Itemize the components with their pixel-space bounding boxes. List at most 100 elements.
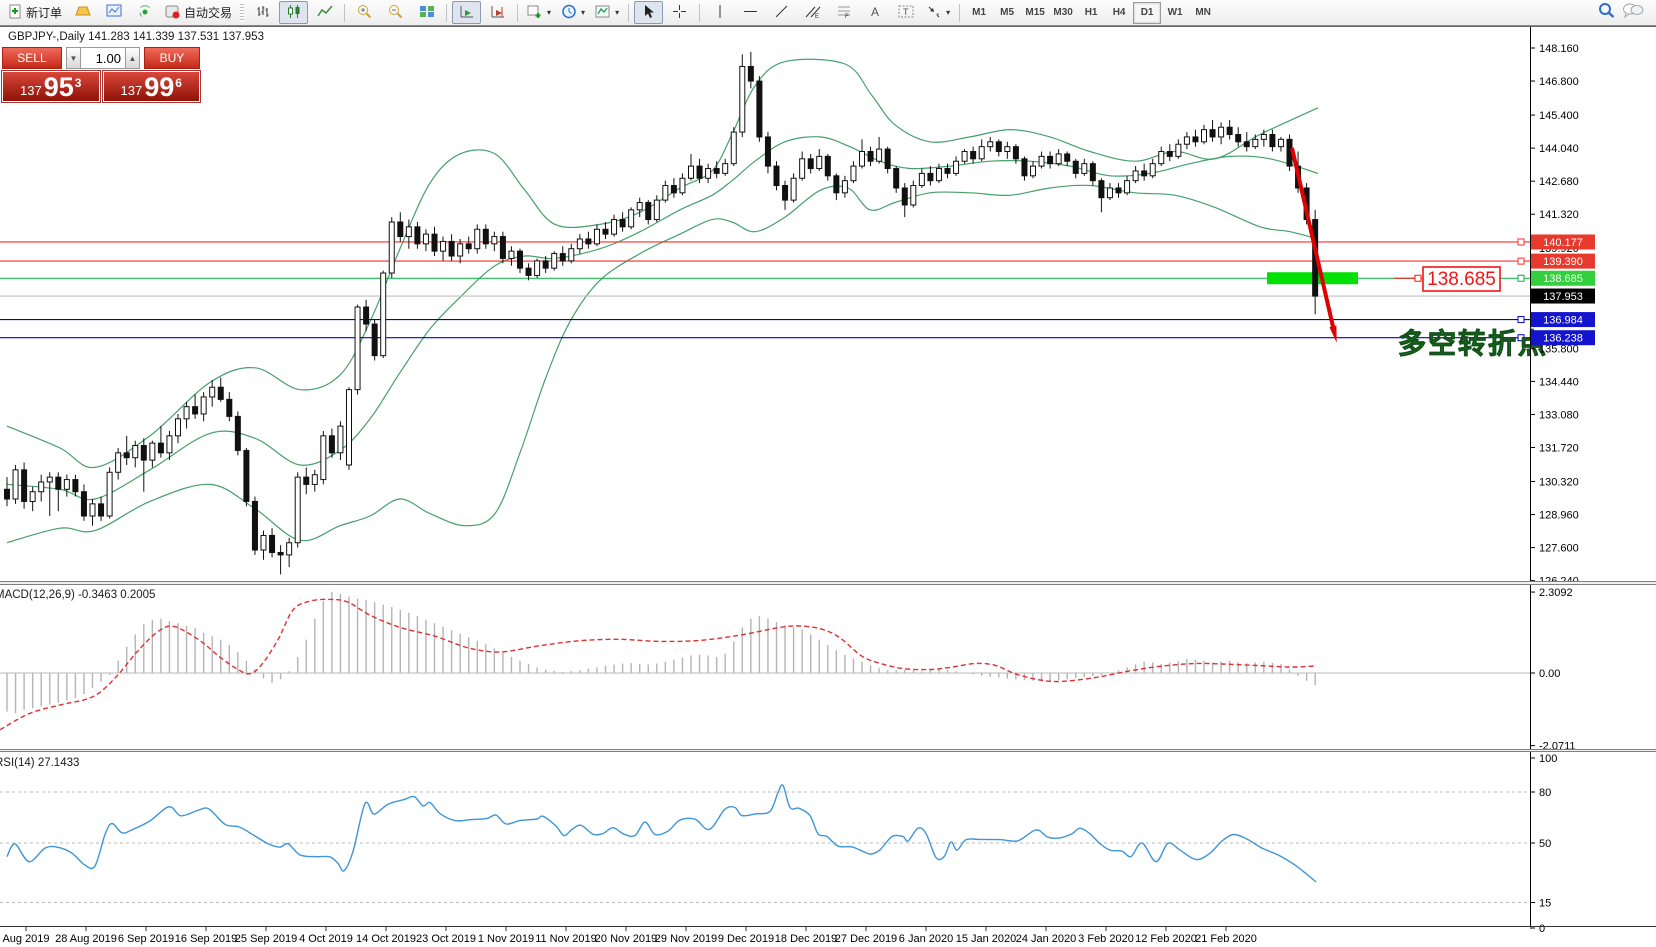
chart-window-icon	[106, 4, 122, 21]
chart-shift-icon	[490, 4, 506, 22]
zoom-out-button[interactable]	[381, 1, 410, 24]
svg-text:12 Feb 2020: 12 Feb 2020	[1135, 933, 1197, 945]
cursor-button[interactable]	[634, 1, 663, 24]
autotrading-icon	[165, 4, 181, 22]
timeframe-W1[interactable]: W1	[1161, 2, 1189, 24]
ask-sup: 6	[175, 76, 182, 90]
timeframe-M30[interactable]: M30	[1049, 2, 1077, 24]
svg-text:16 Sep 2019: 16 Sep 2019	[175, 933, 237, 945]
new-order-button[interactable]: 新订单	[4, 1, 66, 24]
svg-text:14 Oct 2019: 14 Oct 2019	[356, 933, 416, 945]
mt4-window: { "toolbar": { "new_order_label": "新订单",…	[0, 0, 1656, 947]
horizontal-line-button[interactable]	[736, 1, 765, 24]
svg-text:139.390: 139.390	[1543, 256, 1583, 268]
buy-button[interactable]: BUY	[144, 47, 200, 69]
timeframe-H4[interactable]: H4	[1105, 2, 1133, 24]
chart-window-button[interactable]	[99, 1, 128, 24]
trendline-button[interactable]	[767, 1, 796, 24]
crosshair-button[interactable]	[665, 1, 694, 24]
svg-text:146.800: 146.800	[1539, 76, 1579, 88]
svg-text:28 Aug 2019: 28 Aug 2019	[55, 933, 117, 945]
search-icon[interactable]	[1598, 2, 1616, 24]
svg-text:11 Nov 2019: 11 Nov 2019	[535, 933, 597, 945]
text-label-button[interactable]: T	[891, 1, 920, 24]
autotrading-button[interactable]: 自动交易	[161, 1, 236, 24]
timeframe-D1[interactable]: D1	[1133, 2, 1161, 24]
tile-windows-button[interactable]	[412, 1, 441, 24]
gold-icon	[75, 4, 91, 21]
price-callout-text: 138.685	[1427, 269, 1496, 290]
svg-text:138.685: 138.685	[1543, 273, 1583, 285]
indicators-button[interactable]: ▾	[591, 1, 623, 24]
macd-title: MACD(12,26,9) -0.3463 0.2005	[0, 589, 155, 601]
svg-text:148.160: 148.160	[1539, 43, 1579, 55]
chat-icon[interactable]	[1622, 2, 1644, 24]
svg-text:E: E	[815, 14, 819, 19]
fibonacci-icon: F	[836, 4, 852, 22]
main-toolbar: 新订单 自动交易	[0, 0, 1656, 26]
svg-text:0: 0	[1539, 923, 1545, 935]
svg-text:144.040: 144.040	[1539, 143, 1579, 155]
arrows-button[interactable]: ▾	[922, 1, 954, 24]
volume-down-button[interactable]: ▼	[66, 47, 81, 69]
line-chart-icon	[317, 4, 333, 22]
svg-text:18 Dec 2019: 18 Dec 2019	[775, 933, 837, 945]
vertical-line-button[interactable]	[705, 1, 734, 24]
svg-text:128.960: 128.960	[1539, 510, 1579, 522]
channel-button[interactable]: E	[798, 1, 827, 24]
profiles-icon	[561, 4, 577, 22]
new-order-icon	[8, 4, 23, 22]
signal-button[interactable]	[130, 1, 159, 24]
chart-title: GBPJPY-,Daily 141.283 141.339 137.531 13…	[8, 31, 264, 43]
chart-area[interactable]: 138.685多空转折点GBPJPY-,Daily 141.283 141.33…	[0, 0, 1656, 947]
svg-text:Aug 2019: Aug 2019	[2, 933, 49, 945]
bid-price-display[interactable]: 137 95 3	[2, 71, 100, 102]
svg-text:15 Jan 2020: 15 Jan 2020	[956, 933, 1017, 945]
profiles-button[interactable]: ▾	[557, 1, 589, 24]
volume-up-button[interactable]: ▲	[125, 47, 140, 69]
auto-scroll-button[interactable]	[452, 1, 481, 24]
svg-text:137.953: 137.953	[1543, 291, 1583, 303]
zoom-in-icon	[357, 4, 373, 22]
sell-button[interactable]: SELL	[2, 47, 62, 69]
svg-text:100: 100	[1539, 753, 1557, 765]
zoom-in-button[interactable]	[350, 1, 379, 24]
svg-text:20 Nov 2019: 20 Nov 2019	[595, 933, 657, 945]
line-chart-button[interactable]	[310, 1, 339, 24]
autotrading-label: 自动交易	[184, 4, 232, 21]
new-chart-button[interactable]: ▾	[523, 1, 555, 24]
volume-input[interactable]: 1.00	[81, 47, 125, 69]
timeframe-H1[interactable]: H1	[1077, 2, 1105, 24]
new-chart-icon	[527, 4, 543, 22]
toolbar-grip	[240, 4, 244, 22]
market-button[interactable]	[68, 1, 97, 24]
channel-icon: E	[805, 4, 821, 22]
svg-text:27 Dec 2019: 27 Dec 2019	[835, 933, 897, 945]
chart-shift-button[interactable]	[483, 1, 512, 24]
text-icon: A	[868, 4, 882, 22]
svg-text:80: 80	[1539, 787, 1551, 799]
bar-chart-button[interactable]	[248, 1, 277, 24]
fibonacci-button[interactable]: F	[829, 1, 858, 24]
text-button[interactable]: A	[860, 1, 889, 24]
timeframe-M5[interactable]: M5	[993, 2, 1021, 24]
svg-text:134.440: 134.440	[1539, 376, 1579, 388]
timeframe-M1[interactable]: M1	[965, 2, 993, 24]
arrows-icon	[926, 4, 942, 22]
svg-text:136.984: 136.984	[1543, 315, 1583, 327]
svg-text:145.400: 145.400	[1539, 110, 1579, 122]
zoom-out-icon	[388, 4, 404, 22]
svg-text:6 Sep 2019: 6 Sep 2019	[118, 933, 174, 945]
ask-price-display[interactable]: 137 99 6	[103, 71, 201, 102]
bid-big: 95	[44, 74, 74, 100]
svg-text:130.320: 130.320	[1539, 477, 1579, 489]
svg-text:1 Nov 2019: 1 Nov 2019	[478, 933, 534, 945]
timeframe-M15[interactable]: M15	[1021, 2, 1049, 24]
svg-text:131.720: 131.720	[1539, 442, 1579, 454]
candlestick-button[interactable]	[279, 1, 308, 24]
svg-text:A: A	[871, 5, 879, 19]
timeframe-MN[interactable]: MN	[1189, 2, 1217, 24]
svg-text:3 Feb 2020: 3 Feb 2020	[1078, 933, 1134, 945]
rsi-title: RSI(14) 27.1433	[0, 757, 79, 769]
svg-text:0.00: 0.00	[1539, 668, 1560, 680]
